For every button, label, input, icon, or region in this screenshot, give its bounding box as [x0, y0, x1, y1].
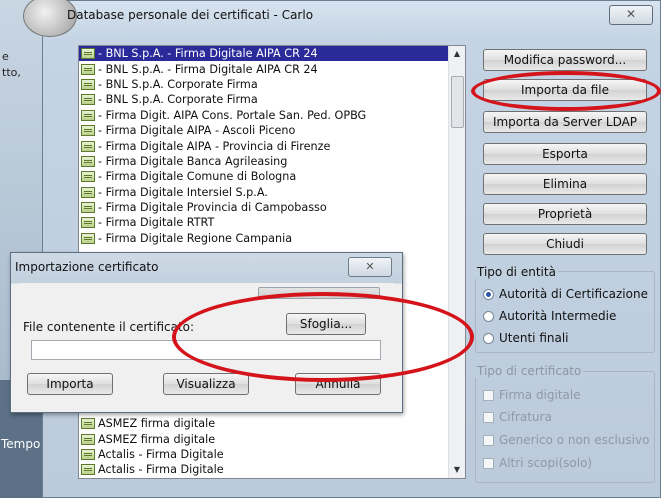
certificate-icon — [81, 464, 95, 476]
properties-button[interactable]: Proprietà — [483, 203, 647, 225]
scroll-thumb[interactable] — [451, 76, 464, 128]
list-item-label: - Firma Digitale Regione Campania — [98, 231, 293, 245]
checkbox-icon — [483, 434, 494, 446]
certificate-icon — [81, 109, 95, 121]
certificate-icon — [81, 94, 95, 106]
list-item[interactable]: - Firma Digitale Intersiel S.p.A. — [79, 185, 465, 200]
list-item-label: - BNL S.p.A. - Firma Digitale AIPA CR 24 — [98, 47, 318, 61]
radio-icon — [483, 310, 494, 322]
list-item-label: - BNL S.p.A. Corporate Firma — [98, 93, 258, 107]
list-item-label: Actalis - Firma Digitale — [98, 447, 224, 461]
background-text: e — [2, 50, 9, 63]
close-icon[interactable]: ✕ — [609, 5, 653, 25]
dialog-title: Database personale dei certificati - Car… — [67, 8, 314, 22]
list-item-label: - Firma Digitale Provincia di Campobasso — [98, 201, 327, 215]
delete-button[interactable]: Elimina — [483, 173, 647, 195]
list-item[interactable]: - BNL S.p.A. Corporate Firma — [79, 92, 465, 107]
list-item[interactable]: - Firma Digitale Banca Agrileasing — [79, 154, 465, 169]
list-item-label: - Firma Digitale Banca Agrileasing — [98, 154, 288, 168]
certificate-icon — [81, 63, 95, 75]
list-item-label: - Firma Digitale AIPA - Ascoli Piceno — [98, 124, 296, 138]
certificate-icon — [81, 448, 95, 460]
certificate-icon — [81, 125, 95, 137]
import-dialog-title: Importazione certificato — [15, 260, 159, 274]
list-item[interactable]: - Firma Digitale Regione Campania — [79, 231, 465, 246]
certificate-icon — [81, 217, 95, 229]
list-item[interactable]: - BNL S.p.A. - Firma Digitale AIPA CR 24 — [79, 61, 465, 76]
list-item[interactable]: - BNL S.p.A. - Firma Digitale AIPA CR 24 — [79, 46, 465, 62]
entity-option-ca[interactable]: Autorità di Certificazione — [483, 287, 648, 301]
scroll-down-icon[interactable]: ▼ — [449, 462, 465, 478]
certificate-database-dialog: Database personale dei certificati - Car… — [23, 0, 661, 498]
list-item-label: Actalis - Firma Digitale — [98, 463, 224, 477]
list-item[interactable]: - Firma Digitale Provincia di Campobasso — [79, 200, 465, 215]
radio-selected-icon — [483, 288, 494, 300]
checkbox-icon — [483, 457, 494, 469]
import-from-file-button[interactable]: Importa da file — [483, 79, 647, 101]
list-item[interactable]: ASMEZ firma digitale — [79, 431, 449, 446]
list-item[interactable]: - Firma Digitale Comune di Bologna — [79, 169, 465, 184]
scroll-up-icon[interactable]: ▲ — [449, 46, 465, 62]
certificate-icon — [81, 202, 95, 214]
list-item[interactable]: - Firma Digitale RTRT — [79, 215, 465, 230]
certificate-icon — [81, 78, 95, 90]
list-scrollbar[interactable]: ▲ ▼ — [448, 46, 465, 478]
import-from-ldap-button[interactable]: Importa da Server LDAP — [483, 111, 647, 133]
certificate-icon — [81, 433, 95, 445]
browse-button[interactable]: Sfoglia... — [286, 313, 366, 335]
list-item-label: - Firma Digitale AIPA - Provincia di Fir… — [98, 139, 331, 153]
close-icon[interactable]: ✕ — [348, 257, 392, 277]
certificate-icon — [81, 171, 95, 183]
list-item-label: - BNL S.p.A. - Firma Digitale AIPA CR 24 — [98, 62, 318, 76]
progress-bar — [258, 287, 380, 299]
taskbar-label: Tempo — [1, 437, 41, 451]
export-button[interactable]: Esporta — [483, 143, 647, 165]
list-item[interactable]: - Firma Digit. AIPA Cons. Portale San. P… — [79, 108, 465, 123]
import-button[interactable]: Importa — [27, 373, 113, 395]
entity-option-end-users[interactable]: Utenti finali — [483, 331, 569, 345]
list-item[interactable]: - BNL S.p.A. Corporate Firma — [79, 77, 465, 92]
checkbox-icon — [483, 411, 494, 423]
import-dialog-body: Sfoglia... File contenente il certificat… — [20, 283, 394, 404]
list-item-label: - Firma Digit. AIPA Cons. Portale San. P… — [98, 108, 367, 122]
radio-icon — [483, 332, 494, 344]
certificate-icon — [81, 232, 95, 244]
checkbox-icon — [483, 389, 494, 401]
certificate-icon — [81, 140, 95, 152]
list-item-label: - BNL S.p.A. Corporate Firma — [98, 77, 258, 91]
list-item-label: - Firma Digitale RTRT — [98, 216, 215, 230]
background-text: tto, — [2, 66, 21, 79]
list-item-label: - Firma Digitale Intersiel S.p.A. — [98, 185, 268, 199]
import-certificate-dialog: Importazione certificato ✕ Sfoglia... Fi… — [10, 252, 403, 413]
list-item[interactable]: Actalis - Firma Digitale — [79, 447, 449, 462]
list-item[interactable]: - Firma Digitale AIPA - Ascoli Piceno — [79, 123, 465, 138]
certificate-icon — [81, 48, 95, 60]
cert-type-other[interactable]: Altri scopi(solo) — [483, 456, 592, 470]
entity-option-intermediate[interactable]: Autorità Intermedie — [483, 309, 616, 323]
view-button[interactable]: Visualizza — [163, 373, 249, 395]
list-item[interactable]: - Firma Digitale AIPA - Provincia di Fir… — [79, 138, 465, 153]
cert-type-signature[interactable]: Firma digitale — [483, 388, 581, 402]
cert-type-encryption[interactable]: Cifratura — [483, 410, 552, 424]
entity-type-title: Tipo di entità — [475, 265, 558, 279]
list-item-label: ASMEZ firma digitale — [98, 417, 216, 431]
file-path-input[interactable] — [31, 340, 381, 360]
certificate-icon — [81, 155, 95, 167]
file-label: File contenente il certificato: — [23, 320, 195, 334]
certificate-icon — [81, 418, 95, 430]
list-item-label: ASMEZ firma digitale — [98, 432, 216, 446]
list-item-label: - Firma Digitale Comune di Bologna — [98, 170, 297, 184]
list-item[interactable]: Actalis - Firma Digitale — [79, 462, 449, 477]
change-password-button[interactable]: Modifica password... — [483, 49, 647, 71]
cert-type-generic[interactable]: Generico o non esclusivo — [483, 433, 649, 447]
cert-type-title: Tipo di certificato — [475, 364, 584, 378]
list-item[interactable]: ASMEZ firma digitale — [79, 416, 449, 431]
close-button[interactable]: Chiudi — [483, 233, 647, 255]
certificate-icon — [81, 186, 95, 198]
cancel-button[interactable]: Annulla — [295, 373, 381, 395]
